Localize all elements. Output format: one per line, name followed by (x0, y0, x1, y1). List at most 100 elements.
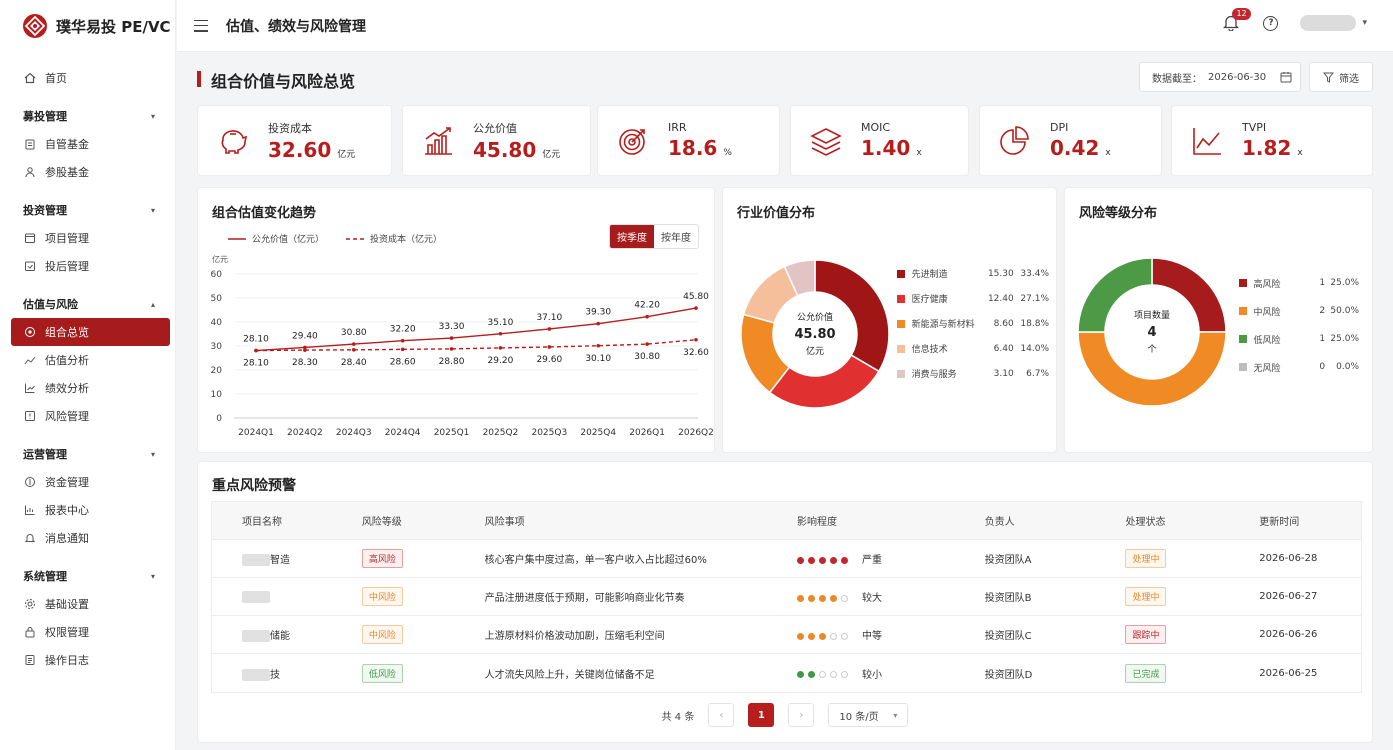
chevron-up-icon: ▴ (150, 299, 155, 309)
sidebar-item-home[interactable]: 首页 (0, 64, 175, 92)
piggy-bank-icon (216, 124, 250, 158)
cell-status: 处理中 (1095, 549, 1229, 568)
cell-project-name[interactable]: 技 (212, 666, 332, 681)
series-1-point (254, 348, 258, 353)
cell-project-name[interactable]: 智造 (212, 551, 332, 566)
page-header: 估值、绩效与风险管理 (226, 18, 366, 35)
data-label: 29.60 (536, 355, 562, 365)
col-level: 风险等级 (361, 517, 402, 528)
risk-level-badge: 高风险 (361, 549, 403, 568)
legend-item: 信息技术 6.40 14.0% (897, 336, 1049, 361)
sidebar-item-2-1[interactable]: 估值分析 (0, 346, 175, 374)
sidebar-item-label: 资金管理 (45, 476, 89, 489)
series-0-point (547, 327, 552, 331)
data-label: 30.10 (585, 354, 611, 364)
data-label: 28.10 (243, 359, 269, 369)
sidebar-item-4-2[interactable]: 操作日志 (0, 646, 175, 674)
sidebar-item-1-0[interactable]: 项目管理 (0, 224, 175, 252)
sidebar-group-3[interactable]: 运营管理 ▾ (0, 440, 175, 468)
help-icon[interactable]: ? (1263, 15, 1279, 31)
col-date: 更新时间 (1259, 517, 1300, 528)
sidebar-item-2-0[interactable]: 组合总览 (11, 318, 170, 346)
cell-risk-issue: 上游原材料价格波动加剧，压缩毛利空间 (484, 631, 665, 642)
kpi-card: DPI 0.42 x (979, 105, 1162, 176)
cell-impact: 较大 (767, 589, 955, 604)
kpi-number: 1.82 (1242, 136, 1292, 160)
sidebar-item-3-0[interactable]: 资金管理 (0, 468, 175, 496)
x-tick-label: 2024Q3 (336, 428, 372, 438)
sidebar-item-0-1[interactable]: 参股基金 (0, 158, 175, 186)
sidebar-group-0[interactable]: 募投管理 ▾ (0, 102, 175, 130)
cell-project-name[interactable]: 储能 (212, 627, 332, 642)
cell-impact: 中等 (767, 627, 955, 642)
impact-dot (808, 556, 816, 564)
sidebar-group-1[interactable]: 投资管理 ▾ (0, 196, 175, 224)
sidebar-item-label: 投后管理 (45, 260, 89, 273)
next-page-button[interactable]: › (788, 703, 815, 727)
sidebar-item-3-1[interactable]: 报表中心 (0, 496, 175, 524)
series-0-point (400, 338, 405, 343)
col-status: 处理状态 (1125, 517, 1166, 528)
donut-slice (1077, 331, 1227, 407)
impact-dots (797, 632, 849, 640)
chevron-down-icon: ▾ (1362, 18, 1367, 28)
sidebar-item-3-2[interactable]: 消息通知 (0, 524, 175, 552)
current-page-button[interactable]: 1 (748, 703, 775, 727)
brand-logo[interactable]: 璞华易投 PE/VC (0, 0, 175, 52)
page-size-select[interactable]: 10 条/页 ▾ (828, 703, 909, 727)
kpi-label: DPI (1050, 121, 1069, 134)
sidebar-item-label: 报表中心 (45, 504, 89, 517)
cell-owner: 投资团队D (984, 669, 1033, 681)
sidebar-item-4-1[interactable]: 权限管理 (0, 618, 175, 646)
series-0-point (449, 336, 454, 340)
sidebar-item-2-3[interactable]: 风险管理 (0, 402, 175, 430)
cell-date: 2026-06-26 (1259, 629, 1318, 640)
date-picker[interactable]: 数据截至： 2026-06-30 (1139, 62, 1301, 92)
impact-dot (841, 594, 849, 602)
sidebar-item-0-0[interactable]: 自管基金 (0, 130, 175, 158)
kpi-label: 投资成本 (268, 121, 312, 135)
data-label: 30.80 (634, 352, 660, 362)
chevron-down-icon: ▾ (150, 205, 155, 215)
sidebar-item-label: 消息通知 (45, 532, 89, 545)
industry-donut-chart: 公允价值 45.80 亿元 (740, 259, 890, 409)
user-menu[interactable]: ▾ (1300, 15, 1367, 31)
menu-toggle-icon[interactable] (194, 19, 208, 32)
impact-dot (841, 671, 849, 678)
sidebar-group-2[interactable]: 估值与风险 ▴ (0, 290, 175, 318)
cell-project-name[interactable] (212, 590, 332, 603)
impact-dot (808, 632, 816, 640)
line-trend-icon (1190, 124, 1224, 158)
nav-icon (23, 625, 37, 639)
sidebar-group-4[interactable]: 系统管理 ▾ (0, 562, 175, 590)
notification-bell[interactable]: 12 (1223, 8, 1251, 32)
cell-risk-level: 中风险 (332, 625, 455, 644)
table-row: 智造 高风险 核心客户集中度过高，单一客户收入占比超过60% 严重 投资团队A 处理中 20… (212, 540, 1361, 578)
filter-button[interactable]: 筛选 (1309, 62, 1373, 92)
prev-page-button[interactable]: ‹ (708, 703, 735, 727)
project-name-text: 技 (270, 669, 280, 681)
legend-swatch (1239, 363, 1247, 371)
sidebar-item-4-0[interactable]: 基础设置 (0, 590, 175, 618)
x-tick-label: 2025Q3 (531, 428, 567, 438)
nav-icon (23, 653, 37, 667)
cell-owner: 投资团队A (984, 555, 1032, 566)
series-0-point (351, 342, 356, 346)
legend-swatch (1239, 279, 1247, 287)
data-label: 37.10 (536, 313, 562, 323)
risk-chart-card: 风险等级分布 项目数量 4 个 高风险 1 25.0% 中风险 2 50.0% 低风险 1 25.0… (1064, 187, 1373, 453)
legend-name: 低风险 (1253, 335, 1281, 346)
nav-icon (23, 409, 37, 423)
sidebar-nav: 首页 募投管理 ▾ 自管基金 参股基金投资管理 ▾ 项目管理投后管理估值与风险 ▴ 组合总览估… (0, 52, 175, 674)
donut-center-text: 项目数量 (1134, 309, 1170, 321)
sidebar-item-2-2[interactable]: 绩效分析 (0, 374, 175, 402)
sidebar-item-label: 绩效分析 (45, 382, 89, 395)
cell-status: 处理中 (1095, 587, 1229, 606)
kpi-value: 0.42 x (1050, 136, 1111, 160)
sidebar-item-1-1[interactable]: 投后管理 (0, 252, 175, 280)
risk-level-badge: 低风险 (361, 663, 403, 683)
cell-risk-issue: 核心客户集中度过高，单一客户收入占比超过60% (484, 555, 707, 566)
chevron-down-icon: ▾ (150, 449, 155, 459)
donut-center-text: 个 (1147, 344, 1156, 355)
kpi-unit: x (1297, 148, 1303, 158)
